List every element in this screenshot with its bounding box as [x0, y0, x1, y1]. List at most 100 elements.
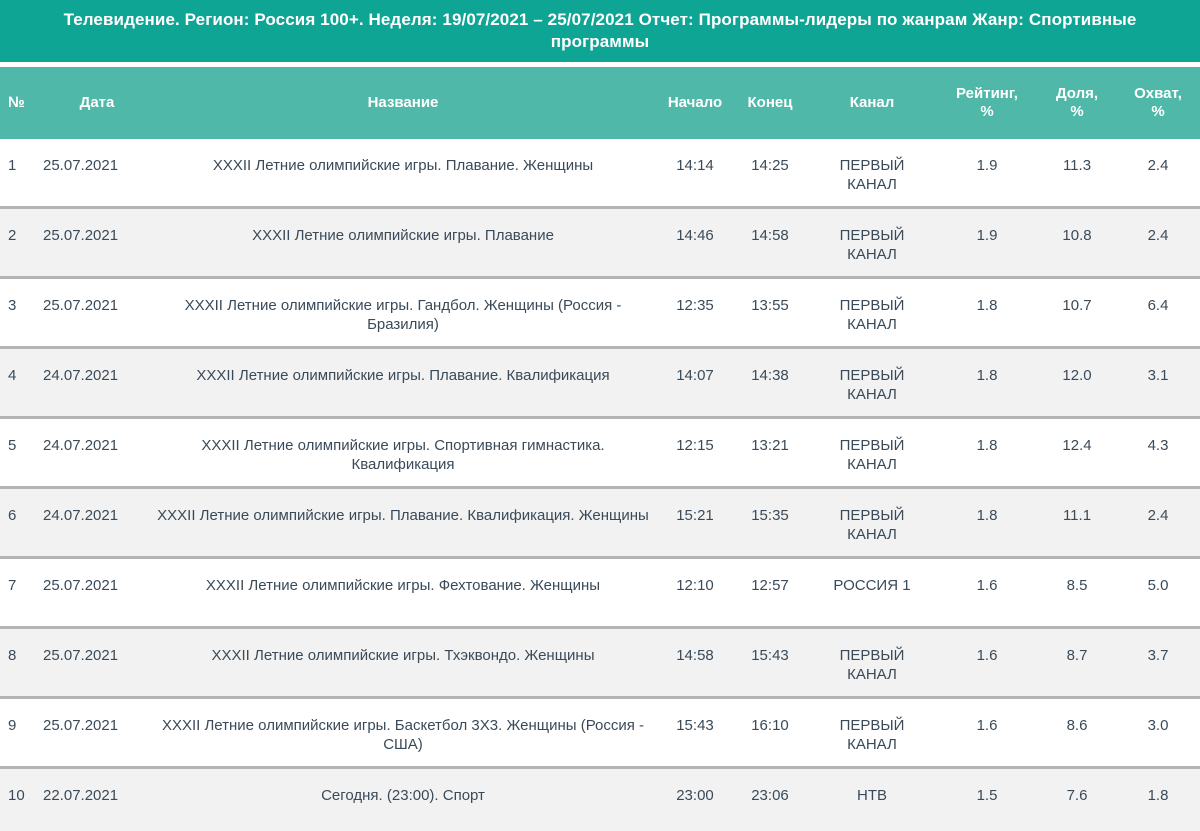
cell-share: 8.6 [1038, 699, 1116, 766]
cell-end-time: 23:06 [732, 769, 808, 831]
cell-end-time: 16:10 [732, 699, 808, 766]
cell-row-number: 4 [0, 349, 38, 416]
cell-share: 10.7 [1038, 279, 1116, 346]
table-row: 8 25.07.2021 XXXII Летние олимпийские иг… [0, 629, 1200, 699]
cell-date: 24.07.2021 [38, 349, 148, 416]
cell-end-time: 15:43 [732, 629, 808, 696]
cell-title: XXXII Летние олимпийские игры. Плавание.… [148, 139, 658, 206]
cell-rating: 1.8 [936, 349, 1038, 416]
table-row: 7 25.07.2021 XXXII Летние олимпийские иг… [0, 559, 1200, 629]
header-cell-channel: Канал [808, 67, 936, 139]
cell-title: XXXII Летние олимпийские игры. Тхэквондо… [148, 629, 658, 696]
cell-end-time: 15:35 [732, 489, 808, 556]
cell-start-time: 14:07 [658, 349, 732, 416]
cell-date: 22.07.2021 [38, 769, 148, 831]
report-title-bar: Телевидение. Регион: Россия 100+. Неделя… [0, 0, 1200, 62]
cell-start-time: 14:14 [658, 139, 732, 206]
results-table: № Дата Название Начало Конец Канал Рейти… [0, 67, 1200, 831]
cell-start-time: 12:35 [658, 279, 732, 346]
cell-share: 7.6 [1038, 769, 1116, 831]
cell-title: XXXII Летние олимпийские игры. Плавание.… [148, 489, 658, 556]
cell-end-time: 13:55 [732, 279, 808, 346]
cell-row-number: 6 [0, 489, 38, 556]
cell-rating: 1.9 [936, 209, 1038, 276]
cell-end-time: 14:38 [732, 349, 808, 416]
cell-channel: ПЕРВЫЙ КАНАЛ [808, 699, 936, 766]
table-row: 1 25.07.2021 XXXII Летние олимпийские иг… [0, 139, 1200, 209]
cell-channel: ПЕРВЫЙ КАНАЛ [808, 489, 936, 556]
table-row: 2 25.07.2021 XXXII Летние олимпийские иг… [0, 209, 1200, 279]
cell-channel: НТВ [808, 769, 936, 831]
cell-channel: ПЕРВЫЙ КАНАЛ [808, 209, 936, 276]
cell-row-number: 7 [0, 559, 38, 626]
cell-row-number: 2 [0, 209, 38, 276]
cell-channel: ПЕРВЫЙ КАНАЛ [808, 279, 936, 346]
cell-date: 25.07.2021 [38, 699, 148, 766]
cell-reach: 4.3 [1116, 419, 1200, 486]
cell-share: 11.3 [1038, 139, 1116, 206]
table-row: 10 22.07.2021 Сегодня. (23:00). Спорт 23… [0, 769, 1200, 831]
table-row: 3 25.07.2021 XXXII Летние олимпийские иг… [0, 279, 1200, 349]
cell-rating: 1.6 [936, 699, 1038, 766]
cell-date: 25.07.2021 [38, 209, 148, 276]
cell-reach: 3.1 [1116, 349, 1200, 416]
table-header-row: № Дата Название Начало Конец Канал Рейти… [0, 67, 1200, 139]
cell-reach: 3.7 [1116, 629, 1200, 696]
cell-channel: ПЕРВЫЙ КАНАЛ [808, 419, 936, 486]
table-row: 6 24.07.2021 XXXII Летние олимпийские иг… [0, 489, 1200, 559]
header-cell-rating: Рейтинг, % [936, 67, 1038, 139]
cell-rating: 1.8 [936, 279, 1038, 346]
cell-title: XXXII Летние олимпийские игры. Баскетбол… [148, 699, 658, 766]
table-row: 4 24.07.2021 XXXII Летние олимпийские иг… [0, 349, 1200, 419]
cell-share: 12.0 [1038, 349, 1116, 416]
cell-row-number: 8 [0, 629, 38, 696]
cell-channel: ПЕРВЫЙ КАНАЛ [808, 139, 936, 206]
cell-start-time: 23:00 [658, 769, 732, 831]
cell-title: XXXII Летние олимпийские игры. Гандбол. … [148, 279, 658, 346]
table-row: 9 25.07.2021 XXXII Летние олимпийские иг… [0, 699, 1200, 769]
cell-start-time: 14:46 [658, 209, 732, 276]
cell-reach: 6.4 [1116, 279, 1200, 346]
cell-row-number: 5 [0, 419, 38, 486]
cell-title: XXXII Летние олимпийские игры. Плавание [148, 209, 658, 276]
table-row: 5 24.07.2021 XXXII Летние олимпийские иг… [0, 419, 1200, 489]
header-cell-start: Начало [658, 67, 732, 139]
cell-rating: 1.8 [936, 419, 1038, 486]
cell-share: 12.4 [1038, 419, 1116, 486]
cell-title: XXXII Летние олимпийские игры. Спортивна… [148, 419, 658, 486]
cell-end-time: 13:21 [732, 419, 808, 486]
cell-share: 11.1 [1038, 489, 1116, 556]
cell-reach: 2.4 [1116, 139, 1200, 206]
cell-share: 8.5 [1038, 559, 1116, 626]
cell-date: 25.07.2021 [38, 629, 148, 696]
cell-date: 25.07.2021 [38, 279, 148, 346]
cell-date: 25.07.2021 [38, 139, 148, 206]
table-body: 1 25.07.2021 XXXII Летние олимпийские иг… [0, 139, 1200, 831]
cell-end-time: 14:25 [732, 139, 808, 206]
cell-date: 25.07.2021 [38, 559, 148, 626]
cell-date: 24.07.2021 [38, 489, 148, 556]
cell-reach: 1.8 [1116, 769, 1200, 831]
cell-date: 24.07.2021 [38, 419, 148, 486]
cell-row-number: 9 [0, 699, 38, 766]
cell-rating: 1.8 [936, 489, 1038, 556]
cell-title: Сегодня. (23:00). Спорт [148, 769, 658, 831]
cell-title: XXXII Летние олимпийские игры. Плавание.… [148, 349, 658, 416]
cell-row-number: 3 [0, 279, 38, 346]
cell-title: XXXII Летние олимпийские игры. Фехтовани… [148, 559, 658, 626]
cell-share: 10.8 [1038, 209, 1116, 276]
header-cell-name: Название [148, 67, 658, 139]
cell-end-time: 14:58 [732, 209, 808, 276]
cell-reach: 5.0 [1116, 559, 1200, 626]
cell-start-time: 12:15 [658, 419, 732, 486]
header-cell-end: Конец [732, 67, 808, 139]
report-title: Телевидение. Регион: Россия 100+. Неделя… [30, 9, 1170, 53]
cell-row-number: 10 [0, 769, 38, 831]
cell-start-time: 14:58 [658, 629, 732, 696]
cell-rating: 1.6 [936, 629, 1038, 696]
cell-reach: 3.0 [1116, 699, 1200, 766]
cell-reach: 2.4 [1116, 489, 1200, 556]
cell-start-time: 15:43 [658, 699, 732, 766]
cell-channel: ПЕРВЫЙ КАНАЛ [808, 629, 936, 696]
header-cell-date: Дата [38, 67, 148, 139]
